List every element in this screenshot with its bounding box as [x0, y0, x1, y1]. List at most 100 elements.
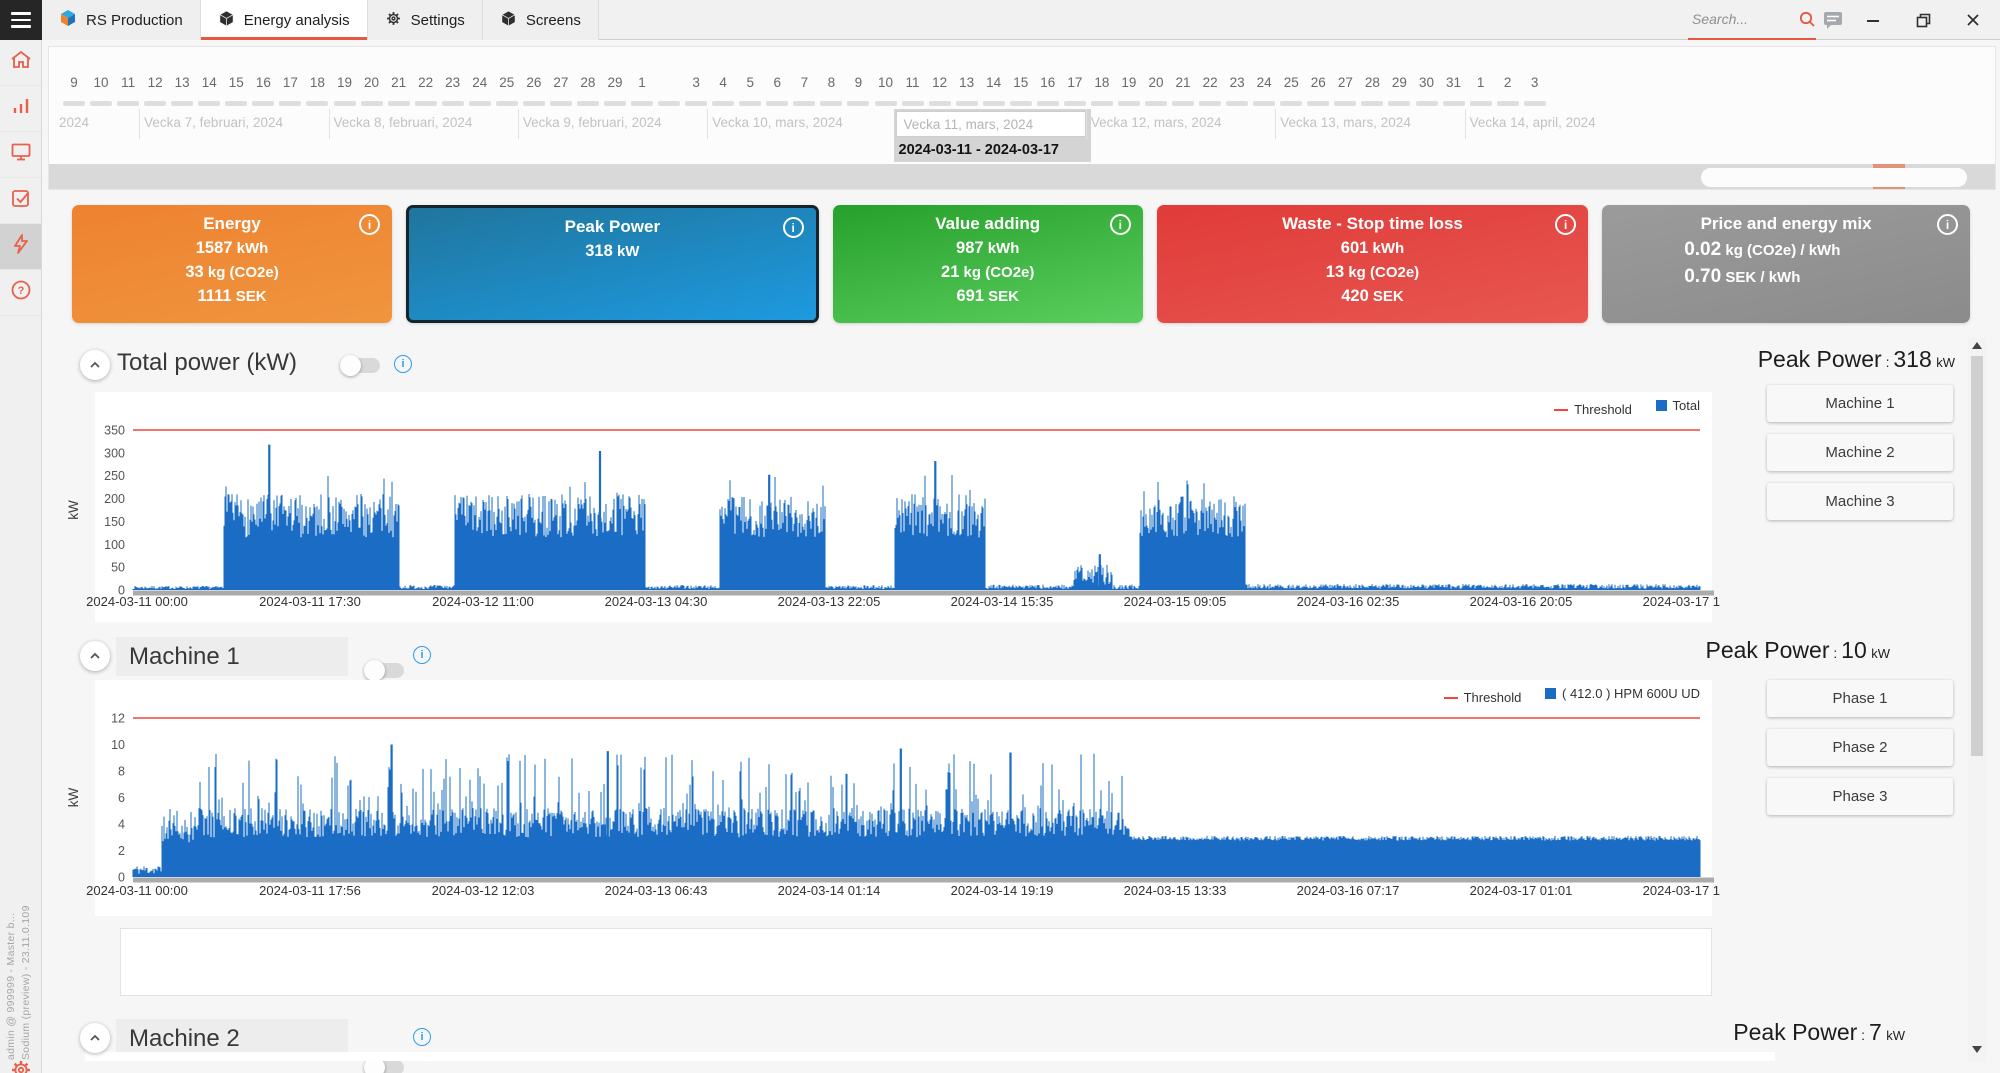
tab-settings[interactable]: Settings	[368, 0, 483, 40]
timeline-day[interactable]: 3	[1531, 75, 1539, 90]
timeline-day[interactable]: 26	[526, 75, 541, 90]
timeline-week-label[interactable]: Vecka 8, februari, 2024	[334, 115, 473, 130]
button-machine-3[interactable]: Machine 3	[1767, 483, 1953, 520]
kpi-card-waste-stop-time-loss[interactable]: Waste - Stop time lossi601 kWh13 kg (CO2…	[1157, 205, 1588, 323]
timeline-day[interactable]: 6	[774, 75, 782, 90]
kpi-card-value-adding[interactable]: Value addingi987 kWh21 kg (CO2e)691 SEK	[833, 205, 1143, 323]
kpi-card-peak-power[interactable]: Peak Poweri318 kW	[406, 205, 819, 323]
sidebar-item-help[interactable]: ?	[0, 270, 41, 316]
button-phase-1[interactable]: Phase 1	[1767, 680, 1953, 717]
hamburger-menu-button[interactable]	[0, 0, 42, 40]
gear-icon[interactable]	[9, 1058, 33, 1073]
search-input[interactable]: Search...	[1688, 0, 1816, 40]
kpi-card-energy[interactable]: Energyi1587 kWh33 kg (CO2e)1111 SEK	[72, 205, 392, 323]
legend-item-series[interactable]: ( 412.0 ) HPM 600U UD	[1545, 686, 1700, 701]
timeline-day[interactable]: 19	[1121, 75, 1136, 90]
timeline-day[interactable]: 25	[499, 75, 514, 90]
timeline-day[interactable]: 21	[1176, 75, 1191, 90]
timeline-day[interactable]: 11	[906, 75, 920, 90]
tab-energy-analysis[interactable]: Energy analysis	[201, 0, 368, 40]
kpi-card-price-and-energy-mix[interactable]: Price and energy mixi0.02 kg (CO2e) / kW…	[1602, 205, 1970, 323]
legend-item-threshold[interactable]: Threshold	[1554, 402, 1632, 417]
close-button[interactable]	[1962, 0, 1984, 40]
timeline-day[interactable]: 16	[256, 75, 271, 90]
timeline-week-label[interactable]: Vecka 10, mars, 2024	[712, 115, 843, 130]
timeline-day[interactable]: 26	[1311, 75, 1326, 90]
timeline-day[interactable]: 4	[719, 75, 727, 90]
timeline-day[interactable]: 23	[1230, 75, 1245, 90]
timeline-day[interactable]: 12	[148, 75, 163, 90]
sidebar-item-lightning[interactable]	[0, 224, 41, 270]
timeline-day[interactable]: 18	[1094, 75, 1109, 90]
timeline-day[interactable]: 1	[1477, 75, 1485, 90]
chat-icon[interactable]	[1822, 0, 1844, 40]
section-toggle-total-power[interactable]	[342, 358, 380, 373]
timeline-day[interactable]: 20	[1148, 75, 1163, 90]
timeline-day[interactable]: 24	[1257, 75, 1272, 90]
timeline-day[interactable]: 30	[1419, 75, 1434, 90]
timeline-day[interactable]: 11	[121, 75, 135, 90]
timeline-day[interactable]: 8	[828, 75, 836, 90]
timeline-day[interactable]: 9	[70, 75, 78, 90]
info-icon-machine-2[interactable]: i	[413, 1028, 431, 1046]
scroll-up-arrow[interactable]	[1972, 342, 1982, 349]
collapse-button-machine-2[interactable]	[80, 1023, 110, 1053]
timeline-day[interactable]: 17	[283, 75, 298, 90]
button-phase-3[interactable]: Phase 3	[1767, 778, 1953, 815]
sidebar-item-home[interactable]	[0, 40, 41, 86]
timeline-day[interactable]: 27	[553, 75, 568, 90]
timeline-day[interactable]: 2	[1504, 75, 1512, 90]
section-toggle-machine-1[interactable]	[366, 663, 404, 678]
timeline-day[interactable]: 20	[364, 75, 379, 90]
info-icon[interactable]: i	[1110, 214, 1131, 235]
minimize-button[interactable]	[1862, 0, 1884, 40]
tab-screens[interactable]: Screens	[483, 0, 599, 40]
timeline-week-label[interactable]: Vecka 7, februari, 2024	[144, 115, 283, 130]
timeline-day[interactable]: 17	[1067, 75, 1082, 90]
info-icon[interactable]: i	[359, 214, 380, 235]
collapse-button-total-power[interactable]	[80, 350, 110, 380]
timeline-day[interactable]: 10	[94, 75, 109, 90]
restore-button[interactable]	[1912, 0, 1934, 40]
timeline-day[interactable]: 15	[1013, 75, 1028, 90]
timeline-day[interactable]: 16	[1040, 75, 1055, 90]
timeline-week-label[interactable]: Vecka 14, april, 2024	[1470, 115, 1596, 130]
scroll-down-arrow[interactable]	[1972, 1046, 1982, 1053]
timeline-day[interactable]: 21	[391, 75, 406, 90]
timeline-day[interactable]: 10	[878, 75, 893, 90]
timeline-day[interactable]: 9	[855, 75, 863, 90]
info-icon[interactable]: i	[783, 217, 804, 238]
timeline-day[interactable]: 29	[1392, 75, 1407, 90]
timeline-day[interactable]: 13	[175, 75, 190, 90]
timeline-day[interactable]: 28	[1365, 75, 1380, 90]
vertical-scrollbar-thumb[interactable]	[1971, 356, 1983, 756]
info-icon-machine-1[interactable]: i	[413, 646, 431, 664]
legend-item-total[interactable]: Total	[1656, 398, 1700, 413]
timeline-day[interactable]: 22	[1203, 75, 1218, 90]
timeline-day[interactable]: 1	[638, 75, 646, 90]
timeline-day[interactable]: 14	[202, 75, 217, 90]
timeline-day[interactable]: 28	[580, 75, 595, 90]
sidebar-item-monitor[interactable]	[0, 132, 41, 178]
timeline-day[interactable]: 7	[801, 75, 809, 90]
timeline-scrollbar-track[interactable]	[49, 164, 1995, 190]
sidebar-item-check-square[interactable]	[0, 178, 41, 224]
button-machine-2[interactable]: Machine 2	[1767, 434, 1953, 471]
timeline-day[interactable]: 27	[1338, 75, 1353, 90]
info-icon[interactable]: i	[1937, 214, 1958, 235]
timeline-day[interactable]: 25	[1284, 75, 1299, 90]
timeline-selected-week[interactable]: Vecka 11, mars, 20242024-03-11 - 2024-03…	[894, 109, 1091, 162]
timeline-day[interactable]: 23	[445, 75, 460, 90]
sidebar-item-bar-chart[interactable]	[0, 86, 41, 132]
timeline-week-label[interactable]: Vecka 13, mars, 2024	[1280, 115, 1411, 130]
timeline-week-label[interactable]: Vecka 12, mars, 2024	[1091, 115, 1222, 130]
timeline-day[interactable]: 5	[746, 75, 754, 90]
timeline-day[interactable]: 15	[229, 75, 244, 90]
timeline-day[interactable]: 18	[310, 75, 325, 90]
search-icon[interactable]	[1798, 10, 1816, 28]
collapse-button-machine-1[interactable]	[80, 641, 110, 671]
button-phase-2[interactable]: Phase 2	[1767, 729, 1953, 766]
timeline-day[interactable]: 19	[337, 75, 352, 90]
timeline-day[interactable]: 13	[959, 75, 974, 90]
legend-item-threshold[interactable]: Threshold	[1444, 690, 1522, 705]
